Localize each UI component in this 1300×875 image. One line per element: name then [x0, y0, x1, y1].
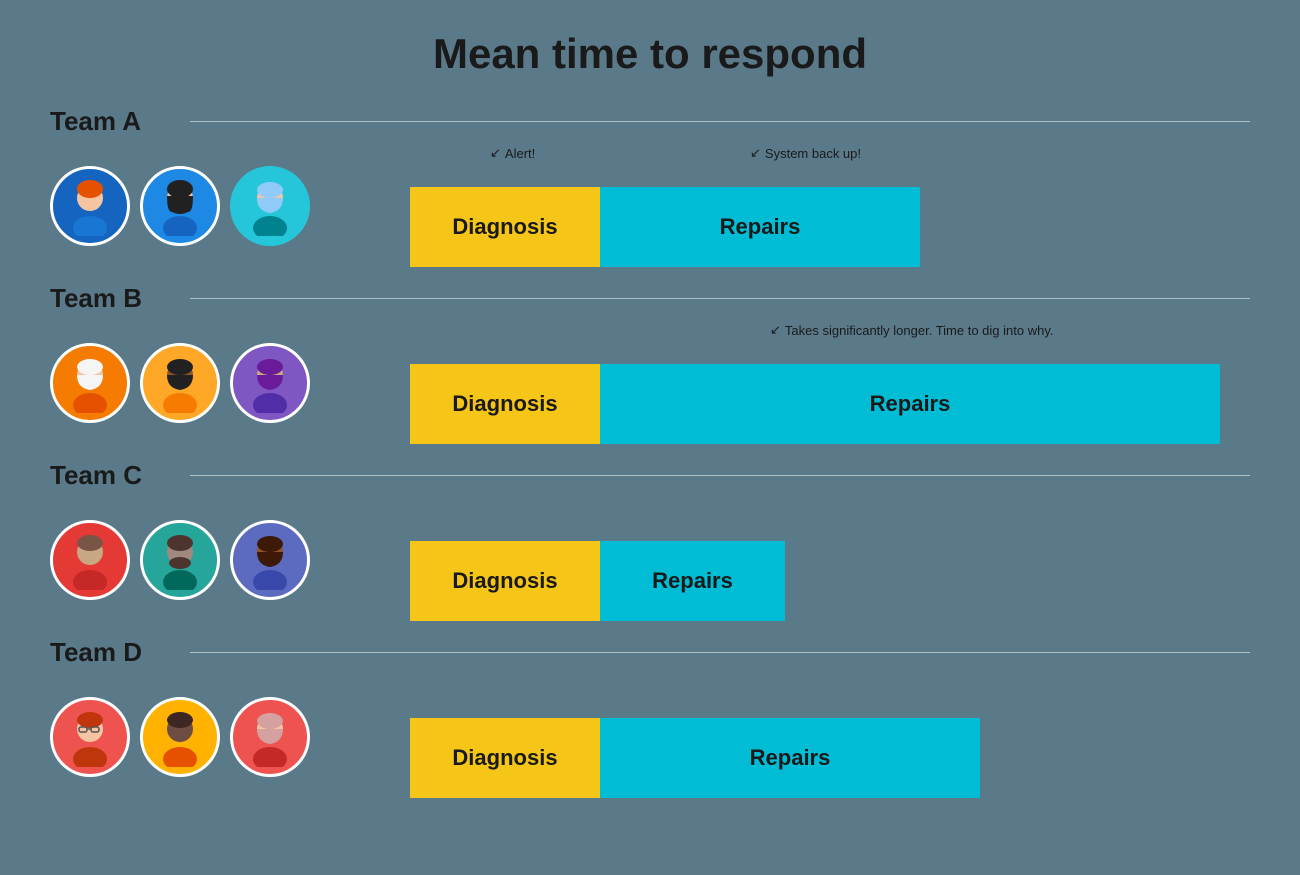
team-c-content: Diagnosis Repairs — [50, 499, 1250, 621]
team-c-repairs-bar: Repairs — [600, 541, 785, 621]
team-c-avatar-1 — [50, 520, 130, 600]
team-d-bars-area: Diagnosis Repairs — [410, 676, 1250, 798]
team-c-label: Team C — [50, 460, 190, 491]
team-c-divider — [190, 475, 1250, 476]
team-c-section: Team C — [50, 452, 1250, 621]
team-d-avatar-1 — [50, 697, 130, 777]
team-a-bars: Diagnosis Repairs — [410, 187, 1250, 267]
team-d-bars: Diagnosis Repairs — [410, 718, 1250, 798]
team-a-divider — [190, 121, 1250, 122]
team-a-section: Team A — [50, 98, 1250, 267]
team-d-annotations — [410, 676, 1250, 716]
team-c-annotations — [410, 499, 1250, 539]
team-b-label: Team B — [50, 283, 190, 314]
team-a-diagnosis-bar: Diagnosis — [410, 187, 600, 267]
team-b-annotations: ↙ Takes significantly longer. Time to di… — [410, 322, 1250, 362]
team-d-repairs-bar: Repairs — [600, 718, 980, 798]
team-a-avatar-1 — [50, 166, 130, 246]
team-a-annotation-2: ↙ System back up! — [750, 145, 861, 161]
team-a-annotation-1: ↙ Alert! — [490, 145, 535, 161]
team-d-content: Diagnosis Repairs — [50, 676, 1250, 798]
team-a-content: ↙ Alert! ↙ System back up! Diagnosis Rep… — [50, 145, 1250, 267]
team-c-avatar-3 — [230, 520, 310, 600]
team-b-diagnosis-bar: Diagnosis — [410, 364, 600, 444]
team-d-avatar-3 — [230, 697, 310, 777]
team-b-avatar-1 — [50, 343, 130, 423]
team-d-avatars — [50, 697, 410, 777]
team-a-annotations: ↙ Alert! ↙ System back up! — [410, 145, 1250, 185]
team-c-bars-area: Diagnosis Repairs — [410, 499, 1250, 621]
team-d-label: Team D — [50, 637, 190, 668]
team-b-annotation-1: ↙ Takes significantly longer. Time to di… — [770, 322, 1053, 338]
team-a-bars-area: ↙ Alert! ↙ System back up! Diagnosis Rep… — [410, 145, 1250, 267]
annotation-arrow-1: ↙ — [490, 145, 501, 161]
team-c-bars: Diagnosis Repairs — [410, 541, 1250, 621]
team-b-repairs-bar: Repairs — [600, 364, 1220, 444]
team-a-avatar-2 — [140, 166, 220, 246]
team-c-avatar-2 — [140, 520, 220, 600]
team-d-section: Team D — [50, 629, 1250, 798]
team-b-content: ↙ Takes significantly longer. Time to di… — [50, 322, 1250, 444]
page-title: Mean time to respond — [433, 30, 867, 78]
team-b-avatar-3 — [230, 343, 310, 423]
team-d-avatar-2 — [140, 697, 220, 777]
team-b-section: Team B — [50, 275, 1250, 444]
team-d-diagnosis-bar: Diagnosis — [410, 718, 600, 798]
team-b-bars: Diagnosis Repairs — [410, 364, 1250, 444]
annotation-arrow-2: ↙ — [750, 145, 761, 161]
team-a-avatar-3 — [230, 166, 310, 246]
team-b-avatars — [50, 343, 410, 423]
team-a-avatars — [50, 166, 410, 246]
team-b-avatar-2 — [140, 343, 220, 423]
team-a-repairs-bar: Repairs — [600, 187, 920, 267]
team-d-divider — [190, 652, 1250, 653]
team-c-avatars — [50, 520, 410, 600]
team-a-label: Team A — [50, 106, 190, 137]
team-b-divider — [190, 298, 1250, 299]
chart-container: Team A — [50, 98, 1250, 798]
team-c-diagnosis-bar: Diagnosis — [410, 541, 600, 621]
annotation-arrow-b1: ↙ — [770, 322, 781, 338]
team-b-bars-area: ↙ Takes significantly longer. Time to di… — [410, 322, 1250, 444]
